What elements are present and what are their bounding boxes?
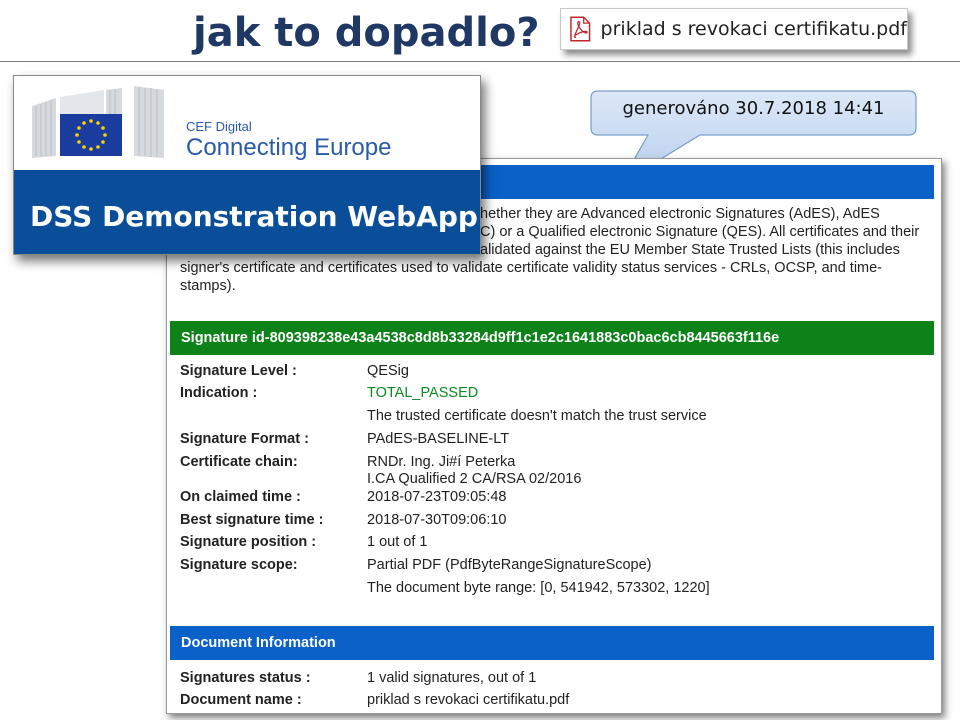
field-value: Partial PDF (PdfByteRangeSignatureScope) xyxy=(367,557,652,573)
document-info-header[interactable]: Document Information xyxy=(170,626,934,660)
field-label: On claimed time : xyxy=(180,489,301,505)
cef-label-large: Connecting Europe xyxy=(186,134,392,161)
intro-line: stamps). xyxy=(180,278,236,294)
field-value: 1 valid signatures, out of 1 xyxy=(367,670,537,686)
field-label: Best signature time : xyxy=(180,512,324,528)
field-label: Signature scope: xyxy=(180,557,298,573)
field-label: Signature position : xyxy=(180,534,317,550)
slide-title: jak to dopadlo? xyxy=(193,10,540,56)
intro-line: signer's certificate and certificates us… xyxy=(180,260,883,276)
title-rule xyxy=(0,61,960,62)
field-value: The document byte range: [0, 541942, 573… xyxy=(367,580,710,596)
signature-header[interactable]: Signature id-809398238e43a4538c8d8b33284… xyxy=(170,321,934,355)
webapp-title: DSS Demonstration WebApp xyxy=(30,200,478,233)
field-value: QESig xyxy=(367,363,409,379)
field-value: priklad s revokaci certifikatu.pdf xyxy=(367,692,570,708)
cef-label-small: CEF Digital xyxy=(186,119,252,134)
field-value: 2018-07-30T09:06:10 xyxy=(367,512,507,528)
field-value: 1 out of 1 xyxy=(367,534,428,550)
field-label: Signature Format : xyxy=(180,431,309,447)
field-label: Document name : xyxy=(180,692,302,708)
pdf-file-icon xyxy=(570,16,591,42)
field-value: I.CA Qualified 2 CA/RSA 02/2016 xyxy=(367,471,582,487)
field-value: 2018-07-23T09:05:48 xyxy=(367,489,507,505)
field-value: The trusted certificate doesn't match th… xyxy=(367,408,707,424)
eu-flag-icon xyxy=(60,114,122,156)
field-label: Signature Level : xyxy=(180,363,297,379)
dss-logo-card: CEF Digital Connecting Europe DSS Demons… xyxy=(13,75,481,255)
field-label: Certificate chain: xyxy=(180,454,298,470)
field-value: PAdES-BASELINE-LT xyxy=(367,431,510,447)
callout-text: generováno 30.7.2018 14:41 xyxy=(622,98,885,119)
file-chip[interactable]: priklad s revokaci certifikatu.pdf xyxy=(560,8,908,50)
logo-header: CEF Digital Connecting Europe xyxy=(14,76,480,170)
field-value: RNDr. Ing. Ji#í Peterka xyxy=(367,454,516,470)
field-label: Indication : xyxy=(180,385,258,401)
indication-value: TOTAL_PASSED xyxy=(367,385,479,401)
file-name: priklad s revokaci certifikatu.pdf xyxy=(600,18,907,40)
field-label: Signatures status : xyxy=(180,670,311,686)
